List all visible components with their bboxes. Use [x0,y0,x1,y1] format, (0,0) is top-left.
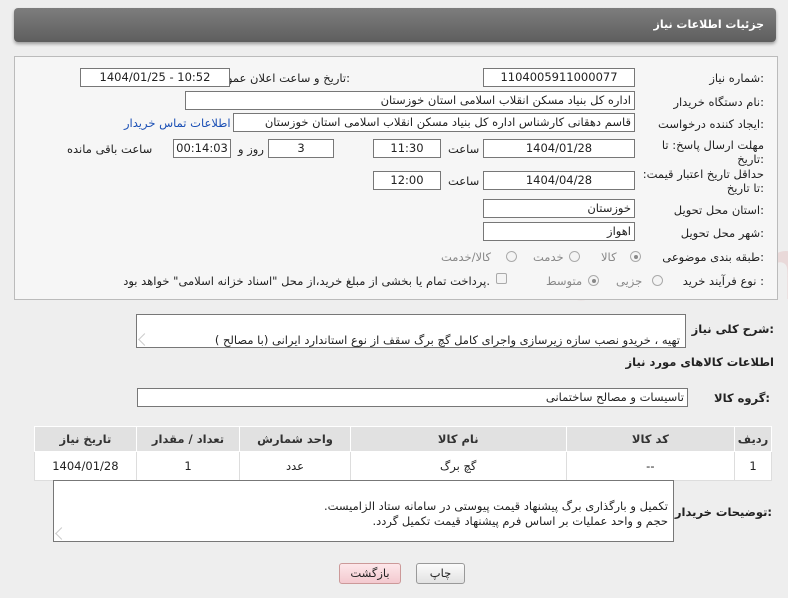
announce-datetime-field: 1404/01/25 - 10:52 [80,68,230,87]
cell-quantity: 1 [135,451,241,481]
category-option-goods: کالا [601,250,617,264]
table-row: 1404/01/28 1 عدد گچ برگ -- 1 [34,451,772,481]
reply-time-field: 11:30 [373,139,441,158]
category-option-goods-service: کالا/خدمت [441,250,492,264]
print-button[interactable]: چاپ [416,563,465,584]
col-goods-name: نام کالا [349,426,567,452]
goods-group-field: تاسیسات و مصالح ساختمانی [137,388,688,407]
process-radio-minor[interactable] [652,275,663,286]
cell-row: 1 [734,451,772,481]
buyer-notes-textarea[interactable]: تکمیل و بارگذاری برگ پیشنهاد قیمت پیوستی… [53,480,674,542]
col-need-date: تاریخ نیاز [34,426,137,452]
buyer-notes-label: توضیحات خریدار: [674,505,772,519]
need-number-field: 1104005911000077 [483,68,635,87]
col-unit: واحد شمارش [239,426,351,452]
buyer-org-label: نام دستگاه خریدار: [673,95,764,109]
creator-label: ایجاد کننده درخواست: [658,117,764,131]
resize-grip-icon [55,527,68,540]
page-title: جزئیات اطلاعات نیاز [653,18,765,31]
category-radio-goods[interactable] [630,251,641,262]
description-label: شرح کلی نیاز: [691,322,774,336]
announce-datetime-label: تاریخ و ساعت اعلان عمومی: [211,71,350,85]
cell-need-date: 1404/01/28 [34,451,137,481]
province-label: استان محل تحویل: [673,203,764,217]
cell-goods-code: -- [565,451,736,481]
goods-table: تاریخ نیاز تعداد / مقدار واحد شمارش نام … [34,426,772,481]
time-remaining-label: ساعت باقی مانده [67,142,153,156]
buyer-contact-link[interactable]: اطلاعات تماس خریدار [124,116,231,130]
col-goods-code: کد کالا [565,426,736,452]
time-remaining-field: 00:14:03 [173,139,231,158]
col-row: ردیف [734,426,772,452]
process-option-minor: جزیی [616,274,643,288]
process-option-medium: متوسط [546,274,583,288]
price-time-label: ساعت [448,174,480,188]
treasury-payment-note: پرداخت تمام یا بخشی از مبلغ خرید،از محل … [123,274,490,288]
description-text: تهیه ، خریدو نصب سازه زیرسازی واجرای کام… [214,333,680,347]
category-label: طبقه بندی موضوعی: [662,250,764,264]
price-date-field: 1404/04/28 [483,171,635,190]
process-radio-medium[interactable] [588,275,599,286]
cell-goods-name: گچ برگ [349,451,567,481]
creator-field: قاسم دهقانی کارشناس اداره کل بنیاد مسکن … [233,113,635,132]
category-radio-service[interactable] [569,251,580,262]
province-field: خوزستان [483,199,635,218]
table-header-row: تاریخ نیاز تعداد / مقدار واحد شمارش نام … [34,426,772,452]
goods-group-label: گروه کالا: [714,391,770,405]
reply-time-label: ساعت [448,142,480,156]
goods-info-title: اطلاعات کالاهای مورد نیاز [625,355,774,369]
reply-deadline-label: مهلت ارسال پاسخ: تا تاریخ: [661,138,764,166]
buyer-notes-text: تکمیل و بارگذاری برگ پیشنهاد قیمت پیوستی… [323,499,668,528]
need-number-label: شماره نیاز: [709,71,764,85]
buyer-org-field: اداره کل بنیاد مسکن انقلاب اسلامی استان … [185,91,635,110]
resize-grip-icon [138,333,151,346]
process-type-label: نوع فرآیند خرید : [682,274,764,288]
back-button[interactable]: بازگشت [339,563,401,584]
reply-date-field: 1404/01/28 [483,139,635,158]
cell-unit: عدد [239,451,351,481]
page-header: جزئیات اطلاعات نیاز [14,8,776,42]
col-quantity: تعداد / مقدار [135,426,241,452]
city-label: شهر محل تحویل: [680,226,764,240]
city-field: اهواز [483,222,635,241]
category-option-service: خدمت [533,250,564,264]
description-textarea[interactable]: تهیه ، خریدو نصب سازه زیرسازی واجرای کام… [136,314,686,348]
price-time-field: 12:00 [373,171,441,190]
price-deadline-label: حداقل تاریخ اعتبار قیمت: تا تاریخ: [642,167,764,195]
days-label: روز و [238,142,264,156]
days-remaining-field: 3 [268,139,334,158]
treasury-payment-checkbox[interactable] [496,273,507,284]
category-radio-goods-service[interactable] [506,251,517,262]
